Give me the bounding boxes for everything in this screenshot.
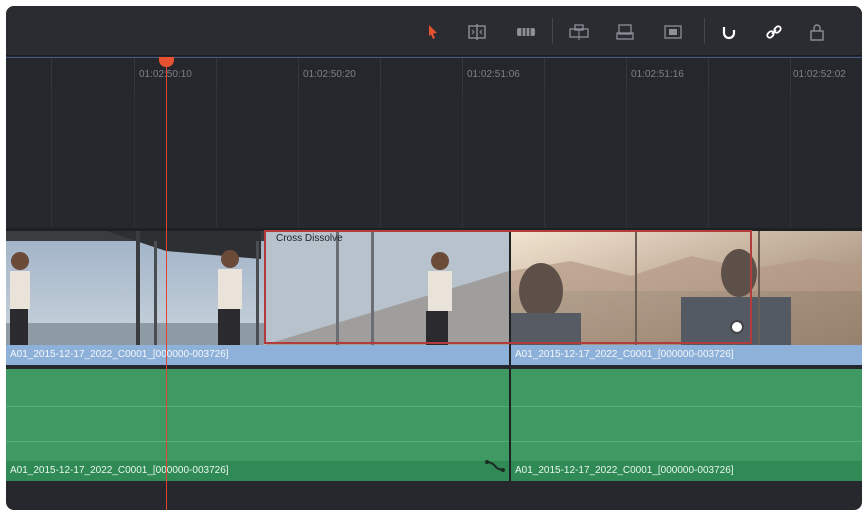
timecode-label: 01:02:52:02 xyxy=(793,69,846,80)
blade-icon[interactable] xyxy=(566,20,592,44)
ruler-tick xyxy=(708,58,709,92)
grid-line xyxy=(544,91,545,228)
video-clip-1-thumbnail[interactable] xyxy=(6,231,509,345)
linked-selection-icon[interactable] xyxy=(761,20,787,44)
ruler-tick xyxy=(462,58,463,92)
ruler-tick xyxy=(544,58,545,92)
timecode-label: 01:02:51:06 xyxy=(467,69,520,80)
audio-track: A01_2015-12-17_2022_C0001_[000000-003726… xyxy=(6,369,862,481)
transition-label: Cross Dissolve xyxy=(276,233,343,244)
video-clip-2-thumbnail[interactable] xyxy=(511,231,862,345)
insert-clip-icon[interactable] xyxy=(612,20,638,44)
timecode-ruler[interactable]: 01:02:50:10 01:02:50:20 01:02:51:06 01:0… xyxy=(6,57,862,92)
trim-edit-icon[interactable] xyxy=(464,20,490,44)
ruler-tick xyxy=(298,58,299,92)
timecode-label: 01:02:51:16 xyxy=(631,69,684,80)
audio-clip-1[interactable]: A01_2015-12-17_2022_C0001_[000000-003726… xyxy=(6,369,509,481)
timecode-label: 01:02:50:20 xyxy=(303,69,356,80)
grid-line xyxy=(462,91,463,228)
grid-line xyxy=(626,91,627,228)
toolbar-separator xyxy=(552,18,553,44)
video-clip-2-label[interactable]: A01_2015-12-17_2022_C0001_[000000-003726… xyxy=(511,345,862,365)
audio-clip-2-label: A01_2015-12-17_2022_C0001_[000000-003726… xyxy=(511,461,862,481)
timeline-toolbar xyxy=(6,6,862,56)
audio-waveform xyxy=(6,441,509,442)
grid-line xyxy=(790,91,791,228)
playhead-line[interactable] xyxy=(166,57,167,510)
grid-line xyxy=(380,91,381,228)
grid-line xyxy=(51,91,52,228)
audio-clip-1-label: A01_2015-12-17_2022_C0001_[000000-003726… xyxy=(6,461,509,481)
audio-waveform xyxy=(511,441,862,442)
dynamic-trim-icon[interactable] xyxy=(513,20,539,44)
position-lock-icon[interactable] xyxy=(804,20,830,44)
fade-handle-icon[interactable] xyxy=(730,320,744,334)
grid-line xyxy=(134,91,135,228)
video-track: A01_2015-12-17_2022_C0001_[000000-003726… xyxy=(6,228,862,365)
grid-line xyxy=(216,91,217,228)
ruler-tick xyxy=(216,58,217,92)
ruler-tick xyxy=(134,58,135,92)
audio-waveform xyxy=(6,406,509,407)
selection-pointer-icon[interactable] xyxy=(419,20,445,44)
grid-line xyxy=(298,91,299,228)
toolbar-separator xyxy=(704,18,705,44)
audio-clip-2[interactable]: A01_2015-12-17_2022_C0001_[000000-003726… xyxy=(511,369,862,481)
video-clip-1-label[interactable]: A01_2015-12-17_2022_C0001_[000000-003726… xyxy=(6,345,509,365)
ruler-tick xyxy=(790,58,791,92)
audio-waveform xyxy=(511,406,862,407)
ruler-tick xyxy=(626,58,627,92)
snapping-magnet-icon[interactable] xyxy=(716,20,742,44)
timeline-panel: 01:02:50:10 01:02:50:20 01:02:51:06 01:0… xyxy=(6,6,862,510)
ruler-tick xyxy=(380,58,381,92)
audio-fade-curve-icon[interactable] xyxy=(484,459,506,473)
ruler-tick xyxy=(51,58,52,92)
grid-line xyxy=(708,91,709,228)
overwrite-clip-icon[interactable] xyxy=(660,20,686,44)
